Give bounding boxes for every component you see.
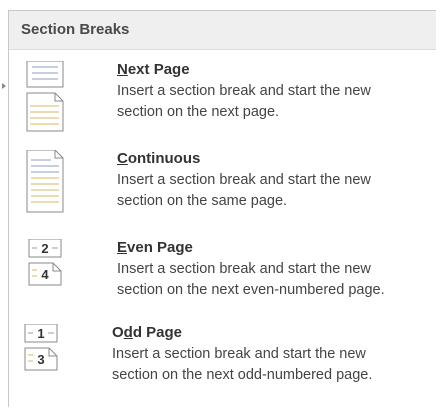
- odd-page-break-icon: 1 3: [24, 324, 58, 371]
- next-page-break-icon: [26, 61, 64, 132]
- menu-item-title: Next Page: [117, 61, 190, 78]
- even-page-number-top: 2: [41, 241, 48, 256]
- even-page-break-icon: 2 4: [28, 239, 62, 286]
- menu-item-continuous[interactable]: Continuous Insert a section break and st…: [9, 150, 436, 234]
- edge-mask: [0, 283, 6, 406]
- menu-item-description-line2: section on the next odd-numbered page.: [112, 367, 373, 383]
- menu-item-title: Continuous: [117, 150, 200, 167]
- title-text: ext Page: [127, 61, 190, 78]
- odd-page-number-bottom: 3: [37, 352, 44, 367]
- mnemonic-letter: E: [117, 239, 128, 256]
- mnemonic-letter: d: [123, 324, 133, 341]
- mnemonic-letter: C: [117, 150, 128, 167]
- menu-item-next-page[interactable]: Next Page Insert a section break and sta…: [9, 61, 436, 145]
- menu-item-description-line1: Insert a section break and start the new: [117, 172, 371, 188]
- menu-item-description-line2: section on the same page.: [117, 193, 288, 209]
- menu-item-title: Odd Page: [112, 324, 182, 341]
- title-text: ontinuous: [127, 150, 201, 167]
- menu-item-description-line1: Insert a section break and start the new: [117, 261, 371, 277]
- menu-item-description-line1: Insert a section break and start the new: [112, 346, 366, 362]
- menu-item-description-line1: Insert a section break and start the new: [117, 83, 371, 99]
- title-prefix: O: [112, 324, 124, 341]
- section-breaks-menu: Section Breaks Next Page Insert a sectio…: [8, 10, 436, 407]
- menu-header: Section Breaks: [9, 11, 436, 50]
- menu-header-title: Section Breaks: [21, 21, 130, 38]
- menu-item-title: Even Page: [117, 239, 193, 256]
- title-text: ven Page: [127, 239, 193, 256]
- even-page-number-bottom: 4: [41, 267, 49, 282]
- mnemonic-letter: N: [117, 61, 128, 78]
- menu-item-even-page[interactable]: 2 4 Even Page Insert a section break and…: [9, 239, 436, 323]
- continuous-break-icon: [26, 150, 64, 213]
- odd-page-number-top: 1: [37, 326, 44, 341]
- menu-item-odd-page[interactable]: 1 3 Odd Page Insert a section break and …: [9, 324, 436, 408]
- submenu-pointer-icon: [2, 83, 6, 89]
- title-text: d Page: [132, 324, 183, 341]
- menu-item-description-line2: section on the next even-numbered page.: [117, 282, 385, 298]
- menu-item-description-line2: section on the next page.: [117, 104, 280, 120]
